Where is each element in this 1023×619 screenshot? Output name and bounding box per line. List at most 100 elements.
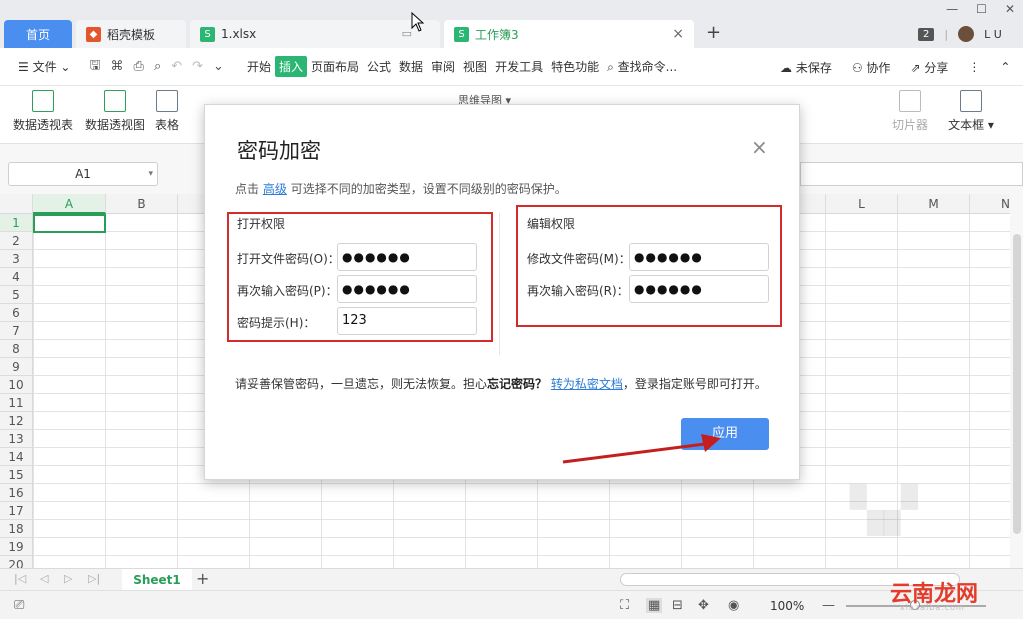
row-header[interactable]: 10	[0, 376, 33, 394]
confirm-modify-password-field[interactable]: ●●●●●●	[629, 275, 769, 303]
row-header[interactable]: 11	[0, 394, 33, 412]
selected-cell[interactable]	[33, 214, 106, 233]
tab-workbook3[interactable]: S 工作簿3 ×	[444, 20, 694, 48]
customize-icon[interactable]: ⌄	[208, 59, 229, 74]
row-header[interactable]: 5	[0, 286, 33, 304]
close-icon[interactable]: ×	[751, 135, 768, 159]
row-header[interactable]: 7	[0, 322, 33, 340]
scroll-thumb[interactable]	[1013, 234, 1021, 534]
fullscreen-icon[interactable]: ⛶	[620, 598, 629, 613]
macro-icon[interactable]: ⎚	[14, 598, 24, 613]
modify-password-field[interactable]: ●●●●●●	[629, 243, 769, 271]
row-header[interactable]: 13	[0, 430, 33, 448]
share-button[interactable]: ⇗ 分享	[906, 59, 952, 76]
menu-formula[interactable]: 公式	[363, 58, 395, 75]
menu-insert[interactable]: 插入	[274, 56, 307, 77]
menu-developer[interactable]: 开发工具	[491, 58, 547, 75]
row-header[interactable]: 14	[0, 448, 33, 466]
undo-icon[interactable]: ↶	[166, 59, 187, 74]
row-header[interactable]: 12	[0, 412, 33, 430]
minimize-icon[interactable]: —	[946, 2, 958, 16]
menu-features[interactable]: 特色功能	[547, 58, 603, 75]
row-header[interactable]: 8	[0, 340, 33, 358]
chevron-down-icon[interactable]: ▾	[148, 163, 153, 185]
reading-mode-icon[interactable]: ✥	[698, 598, 709, 613]
last-sheet-icon[interactable]: ▷|	[88, 572, 100, 585]
unsaved-label: 未保存	[795, 60, 832, 75]
unsaved-status[interactable]: ☁ 未保存	[776, 59, 836, 76]
password-hint-field[interactable]: 123	[337, 307, 477, 335]
private-document-link[interactable]: 转为私密文档	[551, 377, 623, 391]
row-header[interactable]: 20	[0, 556, 33, 568]
row-header[interactable]: 4	[0, 268, 33, 286]
format-painter-icon[interactable]: ⌘	[106, 59, 129, 74]
collaborate-button[interactable]: ⚇ 协作	[848, 59, 895, 76]
formula-input[interactable]	[800, 162, 1023, 186]
confirm-open-password-field[interactable]: ●●●●●●	[337, 275, 477, 303]
add-sheet-button[interactable]: +	[196, 569, 209, 588]
new-tab-button[interactable]: +	[706, 22, 721, 43]
window-count-badge[interactable]: 2	[918, 27, 935, 41]
pivot-chart-button[interactable]: 数据透视图	[82, 90, 148, 133]
command-search[interactable]: ⌕ 查找命令...	[603, 58, 681, 75]
zoom-level[interactable]: 100%	[770, 599, 804, 613]
row-header[interactable]: 1	[0, 214, 33, 232]
name-box[interactable]: A1 ▾	[8, 162, 158, 186]
vertical-scrollbar[interactable]	[1010, 194, 1023, 568]
collapse-ribbon-icon[interactable]: ⌃	[996, 60, 1014, 74]
column-header[interactable]: M	[898, 194, 970, 214]
avatar[interactable]	[958, 26, 975, 42]
select-all-corner[interactable]	[0, 194, 33, 214]
menu-start[interactable]: 开始	[243, 58, 275, 75]
maximize-icon[interactable]: ☐	[976, 2, 987, 16]
menu-bar: ☰ 文件 ⌄ 🖫 ⌘ ⎙ ⌕ ↶ ↷ ⌄ 开始 插入 页面布局 公式 数据 审阅…	[0, 48, 1023, 86]
row-header[interactable]: 19	[0, 538, 33, 556]
tab-file-1-xlsx[interactable]: S 1.xlsx ▭	[190, 20, 440, 48]
column-header[interactable]: A	[33, 194, 106, 214]
open-password-field[interactable]: ●●●●●●	[337, 243, 477, 271]
close-window-icon[interactable]: ✕	[1005, 2, 1015, 16]
textbox-button[interactable]: 文本框 ▾	[946, 90, 996, 133]
name-box-value: A1	[75, 167, 91, 181]
table-button[interactable]: 表格	[152, 90, 182, 133]
tab-daoke-template[interactable]: ◆ 稻壳模板	[76, 20, 186, 48]
menu-view[interactable]: 视图	[459, 58, 491, 75]
column-header[interactable]: N	[970, 194, 1010, 214]
column-header[interactable]: L	[826, 194, 898, 214]
eye-protection-icon[interactable]: ◉	[728, 598, 739, 613]
close-tab-icon[interactable]: ×	[672, 26, 684, 42]
menu-review[interactable]: 审阅	[427, 58, 459, 75]
daoke-icon: ◆	[86, 26, 101, 42]
row-header[interactable]: 3	[0, 250, 33, 268]
row-header[interactable]: 18	[0, 520, 33, 538]
row-header[interactable]: 9	[0, 358, 33, 376]
save-icon[interactable]: 🖫	[84, 56, 105, 78]
prev-sheet-icon[interactable]: ◁	[40, 572, 48, 585]
advanced-link[interactable]: 高级	[263, 182, 287, 196]
next-sheet-icon[interactable]: ▷	[64, 572, 72, 585]
row-header[interactable]: 2	[0, 232, 33, 250]
row-header[interactable]: 6	[0, 304, 33, 322]
first-sheet-icon[interactable]: |◁	[14, 572, 26, 585]
tab-home[interactable]: 首页	[4, 20, 72, 48]
row-header[interactable]: 17	[0, 502, 33, 520]
pivot-table-button[interactable]: 数据透视表	[10, 90, 76, 133]
page-break-view-icon[interactable]: ⊟	[672, 598, 683, 613]
desc-suffix: 可选择不同的加密类型，设置不同级别的密码保护。	[290, 182, 567, 196]
user-name[interactable]: L U	[984, 28, 1002, 41]
print-icon[interactable]: ⎙	[129, 59, 149, 74]
zoom-out-icon[interactable]: —	[822, 598, 835, 613]
menu-page-layout[interactable]: 页面布局	[307, 58, 363, 75]
row-header[interactable]: 15	[0, 466, 33, 484]
menu-data[interactable]: 数据	[395, 58, 427, 75]
slicer-button[interactable]: 切片器	[890, 90, 930, 133]
pivot-table-icon	[32, 90, 54, 112]
more-icon[interactable]: ⋮	[964, 60, 984, 74]
sheet-tab-sheet1[interactable]: Sheet1	[122, 569, 192, 591]
row-header[interactable]: 16	[0, 484, 33, 502]
file-menu[interactable]: ☰ 文件 ⌄	[14, 58, 74, 75]
column-header[interactable]: B	[106, 194, 178, 214]
redo-icon[interactable]: ↷	[187, 59, 208, 74]
print-preview-icon[interactable]: ⌕	[149, 59, 166, 74]
normal-view-icon[interactable]: ▦	[646, 598, 663, 613]
